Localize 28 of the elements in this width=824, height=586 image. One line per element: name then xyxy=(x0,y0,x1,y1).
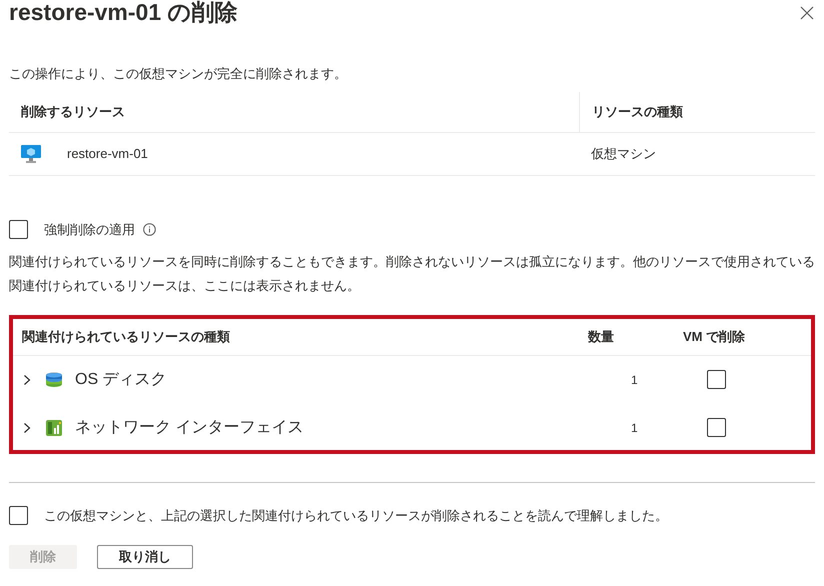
expand-chevron-icon[interactable] xyxy=(23,374,33,386)
cancel-button[interactable]: 取り消し xyxy=(97,545,193,569)
delete-with-vm-checkbox[interactable] xyxy=(707,418,726,437)
column-header: 数量 xyxy=(588,328,615,346)
resource-name: restore-vm-01 xyxy=(67,145,148,164)
confirm-label: この仮想マシンと、上記の選択した関連付けられているリソースが削除されることを読んで理解しました。 xyxy=(44,506,668,524)
close-icon[interactable] xyxy=(800,6,814,20)
resource-type-name: OS ディスク xyxy=(75,370,167,390)
delete-with-vm-checkbox[interactable] xyxy=(707,370,726,389)
force-delete-checkbox[interactable] xyxy=(9,220,28,240)
expand-chevron-icon[interactable] xyxy=(23,422,33,434)
dialog-description: この操作により、この仮想マシンが完全に削除されます。 xyxy=(9,65,348,83)
dialog-title: restore-vm-01 の削除 xyxy=(9,0,238,26)
monitor-icon xyxy=(21,145,41,163)
confirm-checkbox[interactable] xyxy=(9,506,28,525)
resource-type: 仮想マシン xyxy=(590,145,656,164)
associated-resources-note: 関連付けられているリソースを同時に削除することもできます。削除されないリソースは孤立になります。他のリソースで使用されている関連付けられているリソースは、ここには表示されません。 xyxy=(9,252,815,294)
column-header: リソースの種類 xyxy=(579,92,815,132)
force-delete-label: 強制削除の適用 xyxy=(44,221,135,239)
resource-count: 1 xyxy=(631,420,639,436)
column-header: VM で削除 xyxy=(683,328,746,346)
network-card-icon xyxy=(45,418,63,436)
disk-icon xyxy=(45,372,63,388)
info-icon xyxy=(143,223,156,236)
resource-count: 1 xyxy=(631,372,639,388)
column-header: 関連付けられているリソースの種類 xyxy=(21,328,231,346)
resource-type-name: ネットワーク インターフェイス xyxy=(75,418,304,438)
column-header: 削除するリソース xyxy=(20,103,126,122)
